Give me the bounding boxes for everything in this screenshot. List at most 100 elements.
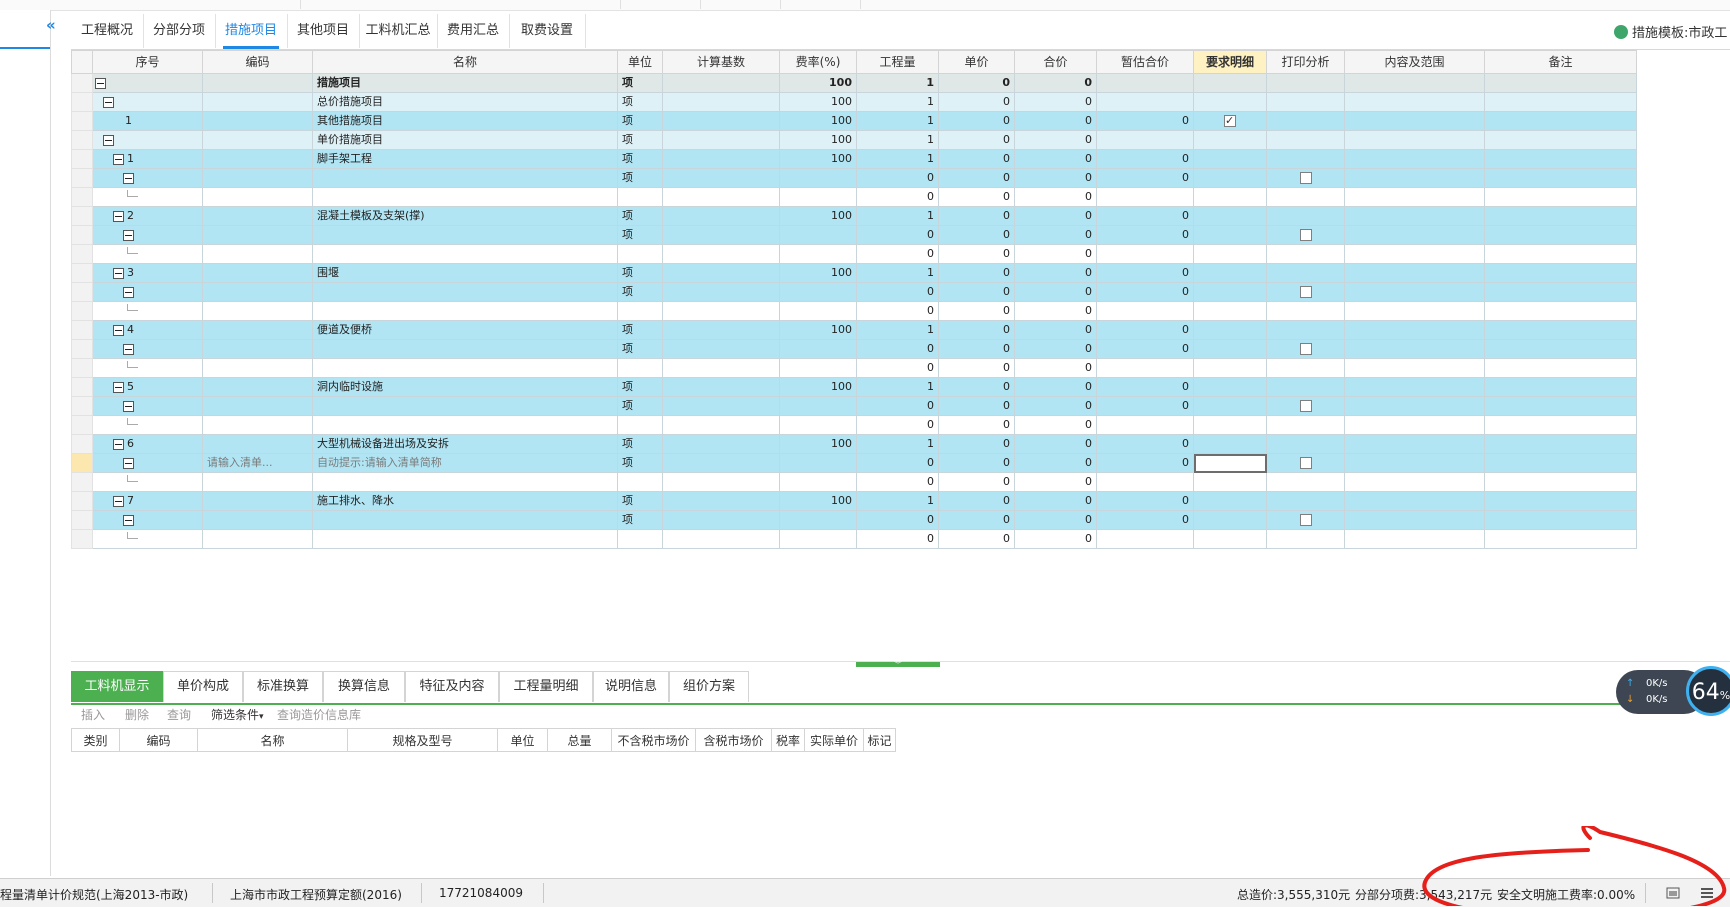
resource-column-header[interactable]: 税率 (771, 728, 805, 752)
base-cell[interactable] (662, 73, 780, 93)
tab-3[interactable]: 措施项目 (215, 14, 288, 49)
name-cell[interactable]: 措施项目 (312, 73, 618, 93)
unit-cell[interactable]: 项 (617, 206, 663, 226)
price-cell[interactable]: 0 (938, 301, 1015, 321)
tab-4[interactable]: 其他项目 (287, 14, 360, 48)
remark-cell[interactable] (1484, 434, 1637, 454)
name-cell[interactable] (312, 396, 618, 416)
est-cell[interactable] (1096, 92, 1194, 112)
name-cell[interactable]: 总价措施项目 (312, 92, 618, 112)
name-cell[interactable] (312, 225, 618, 245)
print-analysis-cell[interactable] (1266, 225, 1345, 245)
print-analysis-checkbox[interactable] (1299, 286, 1312, 298)
remark-cell[interactable] (1484, 206, 1637, 226)
rate-cell[interactable] (779, 529, 857, 549)
price-cell[interactable]: 0 (938, 453, 1015, 473)
price-cell[interactable]: 0 (938, 396, 1015, 416)
price-cell[interactable]: 0 (938, 529, 1015, 549)
column-header[interactable]: 单位 (617, 50, 663, 74)
seq-cell[interactable]: 7 (92, 491, 203, 511)
unit-cell[interactable]: 项 (617, 73, 663, 93)
print-analysis-cell[interactable] (1266, 320, 1345, 340)
unit-cell[interactable] (617, 415, 663, 435)
table-row[interactable]: 项0000 (71, 396, 1637, 416)
total-cell[interactable]: 0 (1014, 453, 1097, 473)
detail-tab-6[interactable]: 工程量明细 (499, 671, 593, 702)
remark-cell[interactable] (1484, 415, 1637, 435)
seq-cell[interactable] (92, 301, 203, 321)
base-cell[interactable] (662, 168, 780, 188)
table-row[interactable]: 4 便道及便桥项 100 1 0 0 0 (71, 320, 1637, 340)
detail-tab-7[interactable]: 说明信息 (593, 671, 669, 702)
query-button[interactable]: 查询 (167, 706, 191, 723)
rate-cell[interactable]: 100 (779, 320, 857, 340)
base-cell[interactable] (662, 396, 780, 416)
table-row[interactable]: 请输入清单... 自动提示:请输入清单简称项 0 0 0 0 (71, 453, 1637, 473)
collapse-toggle-icon[interactable] (123, 229, 134, 241)
code-cell[interactable] (202, 111, 313, 131)
base-cell[interactable] (662, 320, 780, 340)
unit-cell[interactable] (617, 244, 663, 264)
rate-cell[interactable] (779, 510, 857, 530)
collapse-toggle-icon[interactable] (123, 343, 134, 355)
collapse-toggle-icon[interactable] (123, 457, 134, 469)
tab-1[interactable]: 工程概况 (71, 14, 144, 48)
base-cell[interactable] (662, 282, 780, 302)
row-gutter[interactable] (71, 282, 93, 302)
est-cell[interactable] (1096, 187, 1194, 207)
column-header[interactable]: 合价 (1014, 50, 1097, 74)
splitter-handle[interactable]: ︾ (856, 661, 940, 669)
column-header[interactable]: 单价 (938, 50, 1015, 74)
remark-cell[interactable] (1484, 529, 1637, 549)
name-cell[interactable] (312, 168, 618, 188)
row-gutter[interactable] (71, 510, 93, 530)
require-detail-cell[interactable] (1193, 282, 1267, 302)
base-cell[interactable] (662, 510, 780, 530)
rate-cell[interactable]: 100 (779, 434, 857, 454)
require-detail-cell[interactable] (1193, 225, 1267, 245)
est-cell[interactable]: 0 (1096, 149, 1194, 169)
seq-cell[interactable] (92, 339, 203, 359)
table-row[interactable]: 项0000 (71, 510, 1637, 530)
qty-cell[interactable]: 1 (856, 206, 939, 226)
table-row[interactable]: 1 其他措施项目项 100 1 0 0 0 (71, 111, 1637, 131)
price-cell[interactable]: 0 (938, 358, 1015, 378)
print-analysis-cell[interactable] (1266, 434, 1345, 454)
rate-cell[interactable]: 100 (779, 377, 857, 397)
delete-button[interactable]: 删除 (125, 706, 149, 723)
unit-cell[interactable]: 项 (617, 225, 663, 245)
network-monitor-widget[interactable]: ↑ 0K/s ↓ 0K/s 64% (1616, 666, 1730, 718)
seq-cell[interactable] (92, 130, 203, 150)
qty-cell[interactable]: 1 (856, 320, 939, 340)
base-cell[interactable] (662, 130, 780, 150)
print-analysis-cell[interactable] (1266, 130, 1345, 150)
qty-cell[interactable]: 0 (856, 472, 939, 492)
est-cell[interactable] (1096, 301, 1194, 321)
code-cell[interactable] (202, 415, 313, 435)
row-gutter[interactable] (71, 472, 93, 492)
table-row[interactable]: 总价措施项目项 100 1 0 0 (71, 92, 1637, 112)
price-cell[interactable]: 0 (938, 339, 1015, 359)
seq-cell[interactable] (92, 244, 203, 264)
require-detail-cell[interactable] (1193, 187, 1267, 207)
unit-cell[interactable] (617, 529, 663, 549)
row-gutter[interactable] (71, 301, 93, 321)
seq-cell[interactable] (92, 396, 203, 416)
name-cell[interactable]: 混凝土模板及支架(撑) (312, 206, 618, 226)
code-cell[interactable] (202, 396, 313, 416)
remark-cell[interactable] (1484, 510, 1637, 530)
base-cell[interactable] (662, 225, 780, 245)
qty-cell[interactable]: 1 (856, 377, 939, 397)
name-cell[interactable] (312, 301, 618, 321)
qty-cell[interactable]: 0 (856, 282, 939, 302)
seq-cell[interactable] (92, 529, 203, 549)
price-cell[interactable]: 0 (938, 244, 1015, 264)
seq-cell[interactable] (92, 472, 203, 492)
code-cell[interactable] (202, 491, 313, 511)
base-cell[interactable] (662, 263, 780, 283)
resource-column-header[interactable]: 编码 (119, 728, 198, 752)
price-cell[interactable]: 0 (938, 377, 1015, 397)
price-cell[interactable]: 0 (938, 491, 1015, 511)
column-header[interactable]: 名称 (312, 50, 618, 74)
est-cell[interactable]: 0 (1096, 206, 1194, 226)
